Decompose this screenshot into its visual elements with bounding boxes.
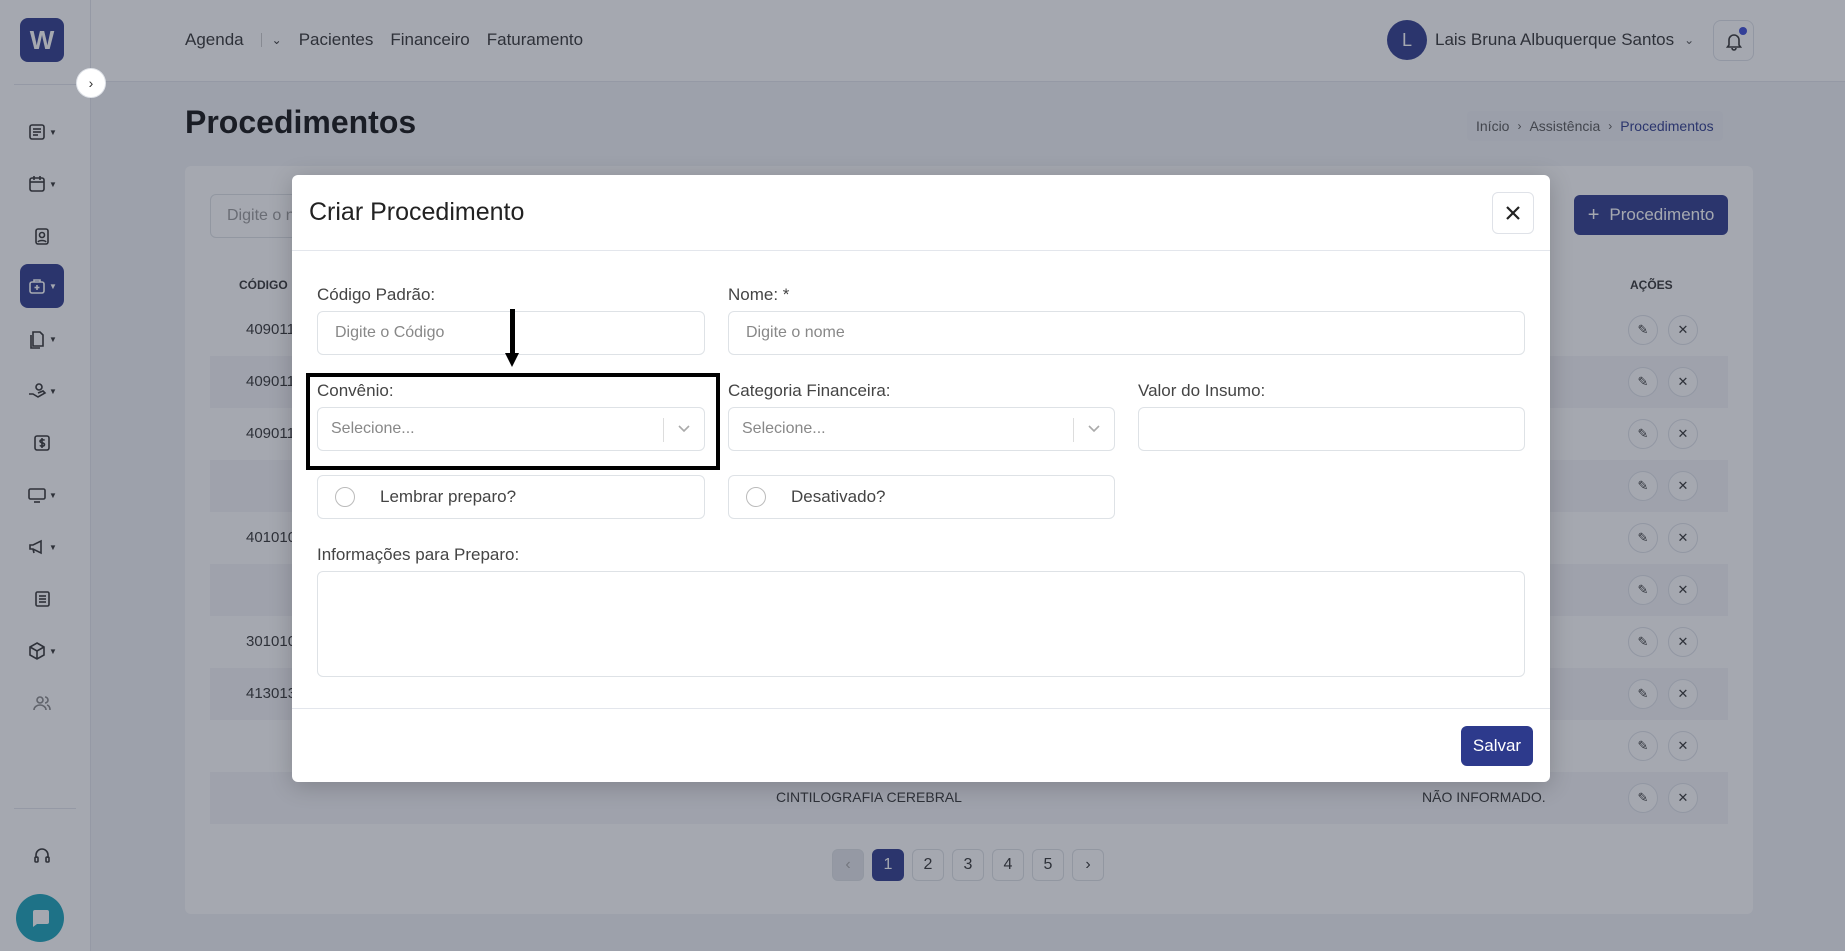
categoria-label: Categoria Financeira: — [728, 381, 891, 400]
select-divider — [1073, 418, 1074, 442]
chevron-down-icon — [1088, 425, 1100, 433]
lembrar-preparo-toggle[interactable]: Lembrar preparo? — [317, 475, 705, 519]
nome-input[interactable]: Digite o nome — [728, 311, 1525, 355]
desativado-toggle[interactable]: Desativado? — [728, 475, 1115, 519]
close-modal-button[interactable] — [1492, 192, 1534, 234]
annotation-arrow-head — [505, 353, 519, 367]
categoria-select-value: Selecione... — [742, 420, 826, 437]
chevron-right-icon: › — [88, 75, 94, 91]
categoria-select[interactable]: Selecione... — [728, 407, 1115, 451]
modal-footer — [292, 708, 1550, 782]
modal-title: Criar Procedimento — [309, 198, 525, 226]
lembrar-preparo-checkbox[interactable] — [335, 487, 355, 507]
desativado-checkbox[interactable] — [746, 487, 766, 507]
valor-input[interactable] — [1138, 407, 1525, 451]
save-button[interactable]: Salvar — [1461, 726, 1533, 766]
valor-label: Valor do Insumo: — [1138, 381, 1266, 400]
modal-header: Criar Procedimento — [292, 175, 1550, 251]
info-preparo-label: Informações para Preparo: — [317, 545, 520, 564]
desativado-label: Desativado? — [791, 487, 886, 506]
codigo-label: Código Padrão: — [317, 285, 436, 304]
lembrar-preparo-label: Lembrar preparo? — [380, 487, 517, 506]
annotation-arrow — [510, 309, 515, 355]
annotation-highlight-box — [306, 373, 720, 470]
sidebar-toggle-button[interactable]: › — [76, 68, 106, 98]
close-icon — [1506, 206, 1520, 220]
nome-label: Nome: * — [728, 285, 790, 304]
create-procedure-modal: Criar Procedimento Código Padrão: Digite… — [292, 175, 1550, 782]
info-preparo-textarea[interactable] — [317, 571, 1525, 677]
